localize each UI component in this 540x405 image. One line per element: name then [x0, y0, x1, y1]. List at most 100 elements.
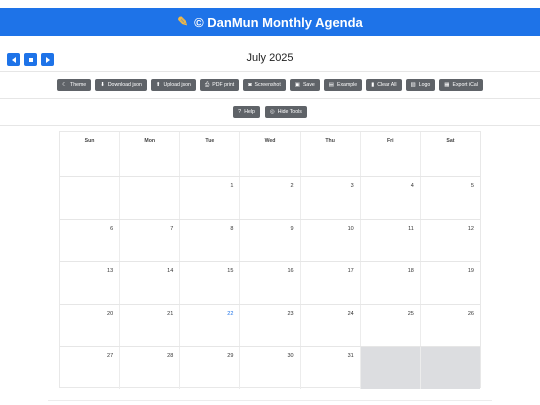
day-of-week-label: Wed	[240, 132, 301, 176]
screenshot-button[interactable]: ◙ Screenshot	[243, 79, 286, 91]
button-label: Example	[337, 82, 358, 88]
button-label: Logo	[418, 82, 431, 88]
day-cell[interactable]: 23	[240, 304, 301, 347]
day-cell[interactable]: 15	[180, 262, 241, 304]
day-number: 10	[347, 225, 354, 232]
day-cell[interactable]: 28	[120, 347, 181, 389]
day-cell[interactable]: 24	[301, 304, 361, 347]
button-label: Hide Tools	[277, 109, 302, 115]
day-number: 18	[407, 268, 414, 275]
button-label: Upload json	[163, 82, 191, 88]
week-row: 1 2 3 4 5	[60, 176, 480, 219]
button-label: Help	[244, 109, 255, 115]
app-header: ✎ © DanMun Monthly Agenda	[0, 8, 540, 36]
day-cell[interactable]: 21	[120, 304, 181, 347]
toolbar: ☾ Theme ⬇ Download json ⬆ Upload json ⎙ PDF pri…	[0, 79, 540, 91]
save-button[interactable]: ▣ Save	[289, 79, 320, 91]
day-cell[interactable]: 19	[421, 262, 480, 304]
day-number: 1	[230, 183, 234, 189]
app-title: © DanMun Monthly Agenda	[194, 14, 363, 30]
day-number: 6	[110, 225, 114, 232]
day-number: 26	[467, 310, 474, 317]
day-number: 30	[287, 353, 294, 360]
upload-json-button[interactable]: ⬆ Upload json	[150, 79, 196, 91]
day-cell[interactable]: 22	[180, 304, 241, 347]
day-cell[interactable]: 3	[301, 177, 361, 219]
clear-all-button[interactable]: ▮ Clear All	[366, 79, 402, 91]
day-of-week-header: Sun Mon Tue Wed Thu Fri Sat	[60, 132, 480, 176]
day-number: 5	[470, 183, 474, 189]
empty-day-cell	[60, 177, 121, 219]
day-number: 31	[347, 353, 354, 360]
empty-day-cell	[420, 347, 480, 389]
day-cell[interactable]: 11	[361, 219, 421, 262]
button-label: Download json	[107, 82, 142, 88]
day-number: 27	[107, 353, 114, 360]
day-cell[interactable]: 13	[60, 262, 121, 304]
printer-icon: ⎙	[204, 81, 210, 88]
day-cell[interactable]: 7	[120, 219, 181, 262]
day-number: 20	[107, 310, 114, 317]
day-number: 3	[350, 183, 354, 189]
day-number: 12	[467, 225, 474, 232]
eye-slash-icon: ◎	[269, 109, 275, 115]
day-cell[interactable]: 27	[60, 347, 121, 389]
day-number: 24	[347, 310, 354, 317]
day-of-week-label: Thu	[301, 132, 361, 176]
button-label: Export iCal	[452, 82, 478, 88]
day-cell[interactable]: 12	[421, 220, 480, 262]
day-number: 29	[227, 353, 234, 360]
week-row: 27 28 29 30 31	[60, 346, 480, 389]
day-cell[interactable]: 4	[361, 177, 421, 219]
camera-icon: ◙	[248, 82, 252, 88]
empty-day-cell	[120, 177, 181, 219]
hide-tools-button[interactable]: ◎ Hide Tools	[264, 106, 307, 118]
divider	[0, 125, 540, 126]
day-cell[interactable]: 25	[361, 304, 421, 347]
day-cell[interactable]: 18	[361, 262, 421, 304]
day-cell[interactable]: 9	[240, 219, 301, 262]
day-cell[interactable]: 16	[240, 262, 301, 304]
day-cell[interactable]: 17	[301, 262, 361, 304]
day-number: 21	[167, 310, 174, 317]
day-cell[interactable]: 1	[180, 177, 241, 219]
day-cell[interactable]: 6	[60, 219, 121, 262]
pdf-print-button[interactable]: ⎙ PDF print	[199, 79, 240, 91]
day-number: 11	[408, 225, 414, 232]
day-cell[interactable]: 31	[301, 347, 361, 389]
day-cell[interactable]: 14	[120, 262, 181, 304]
save-icon: ▣	[294, 82, 300, 88]
logo-button[interactable]: ▧ Logo	[405, 79, 436, 91]
day-cell[interactable]: 8	[180, 219, 241, 262]
day-cell[interactable]: 5	[421, 177, 480, 219]
example-button[interactable]: ▤ Example	[323, 79, 363, 91]
day-number: 17	[347, 268, 354, 275]
button-label: Theme	[70, 82, 87, 88]
week-row: 13 14 15 16 17 18 19	[60, 261, 480, 304]
moon-icon: ☾	[62, 82, 68, 88]
calendar-grid: Sun Mon Tue Wed Thu Fri Sat 1 2 3 4 5 6 7 8 9 10 11 12 13 14…	[59, 131, 481, 389]
export-ical-button[interactable]: ▦ Export iCal	[439, 79, 483, 91]
download-icon: ⬇	[100, 82, 105, 88]
button-label: Screenshot	[254, 82, 281, 88]
day-of-week-label: Mon	[120, 132, 181, 176]
calendar-icon: ▦	[444, 82, 450, 88]
day-number: 28	[167, 353, 174, 360]
download-json-button[interactable]: ⬇ Download json	[95, 79, 147, 91]
day-number: 22	[227, 310, 234, 317]
day-number: 4	[410, 183, 414, 189]
day-cell[interactable]: 2	[240, 177, 301, 219]
theme-button[interactable]: ☾ Theme	[57, 79, 92, 91]
day-cell[interactable]: 30	[240, 347, 301, 389]
day-cell[interactable]: 20	[60, 304, 121, 347]
day-cell[interactable]: 29	[180, 347, 241, 389]
day-cell[interactable]: 10	[301, 219, 361, 262]
day-cell[interactable]: 26	[421, 305, 480, 347]
upload-icon: ⬆	[155, 82, 161, 88]
day-number: 25	[407, 310, 414, 317]
empty-day-cell	[360, 347, 421, 389]
secondary-toolbar: ? Help ◎ Hide Tools	[0, 106, 540, 118]
week-row: 6 7 8 9 10 11 12	[60, 218, 480, 262]
question-icon: ?	[238, 109, 242, 115]
help-button[interactable]: ? Help	[233, 106, 260, 118]
